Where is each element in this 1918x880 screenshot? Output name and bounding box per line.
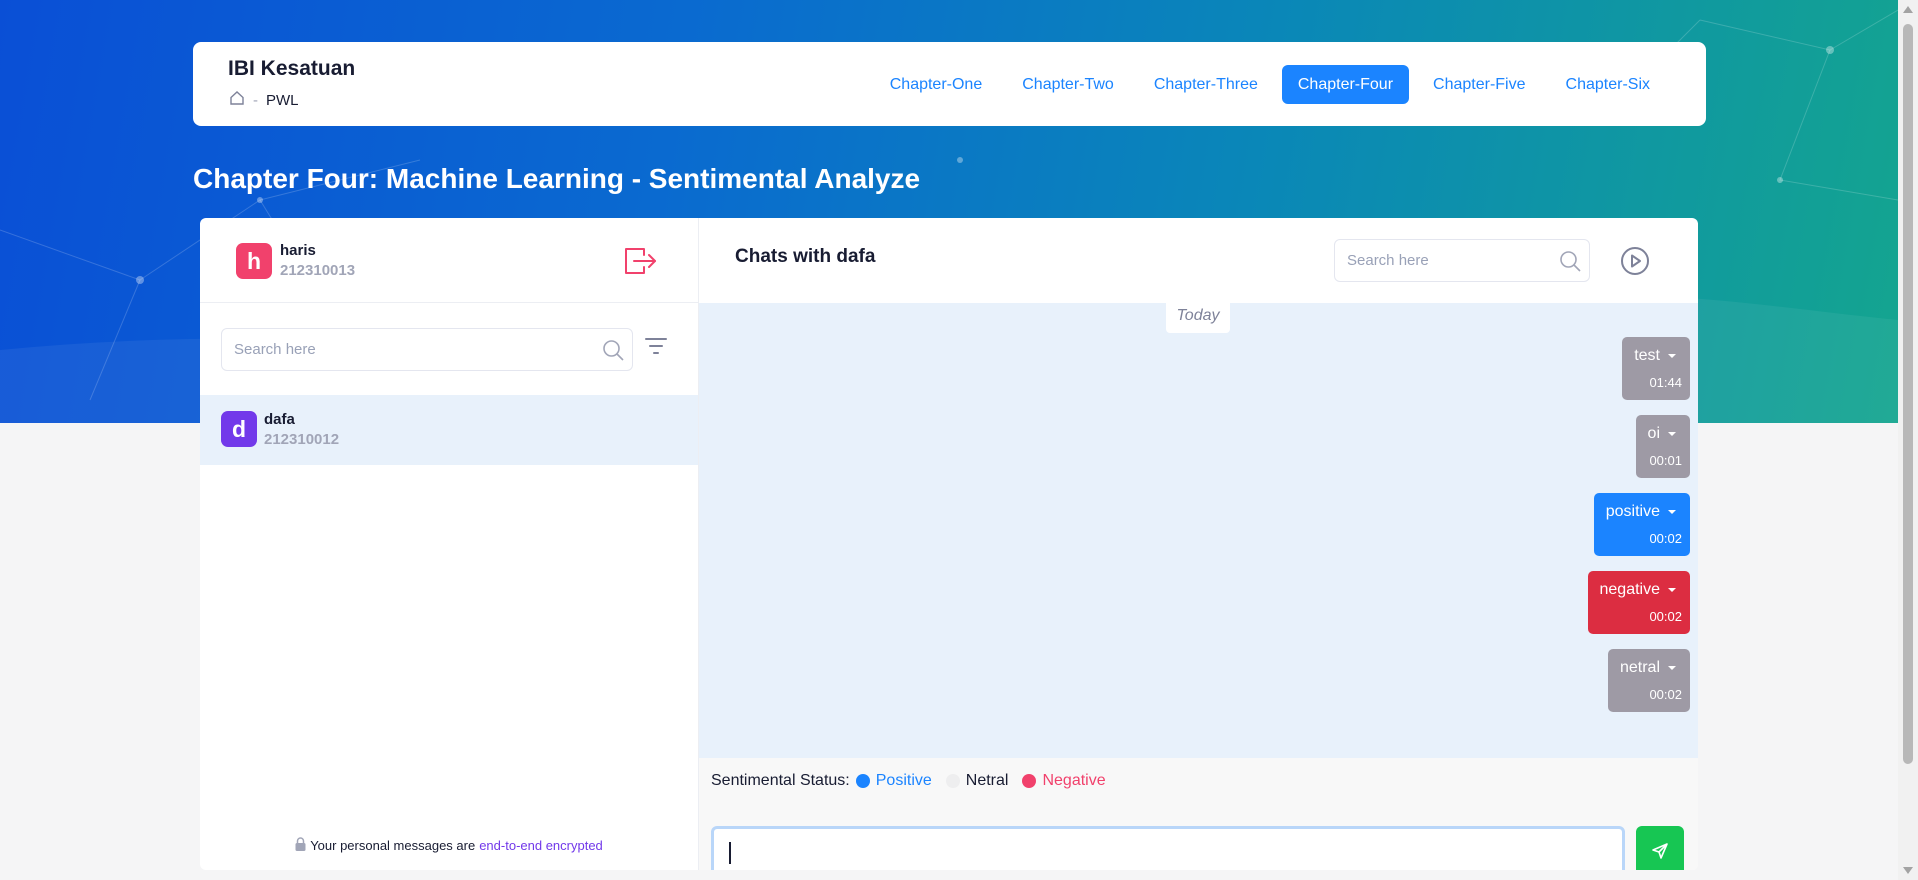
contact-item-dafa[interactable]: d dafa 212310012 xyxy=(200,395,698,465)
scroll-up-icon[interactable] xyxy=(1903,6,1913,13)
message-bubble[interactable]: netral 00:02 xyxy=(1607,649,1690,712)
brand-title: IBI Kesatuan xyxy=(228,57,356,80)
netral-dot xyxy=(945,774,960,788)
legend-netral: Netral xyxy=(965,772,1009,789)
scrollbar-thumb[interactable] xyxy=(1903,24,1913,764)
legend-positive: Positive xyxy=(875,772,932,789)
filter-icon[interactable] xyxy=(644,337,668,360)
breadcrumb: - PWL xyxy=(229,90,299,110)
scroll-down-icon[interactable] xyxy=(1903,867,1913,874)
message-list: Today test 01:44 oi 00:01 positive 00:02… xyxy=(699,303,1698,758)
message-text: oi xyxy=(1647,425,1660,442)
message-bubble[interactable]: test 01:44 xyxy=(1622,337,1690,400)
sidebar: h haris 212310013 Search here d dafa 212… xyxy=(200,218,699,870)
user-nim: 212310013 xyxy=(280,262,356,279)
breadcrumb-separator: - xyxy=(253,91,258,109)
caret-down-icon[interactable] xyxy=(1668,588,1676,592)
send-button[interactable] xyxy=(1636,826,1684,870)
caret-down-icon[interactable] xyxy=(1668,666,1676,670)
caret-down-icon[interactable] xyxy=(1668,510,1676,514)
contact-nim: 212310012 xyxy=(264,431,340,448)
chat-header: Chats with dafa xyxy=(699,218,1698,303)
message-time: 00:01 xyxy=(1649,453,1682,468)
message-input-box xyxy=(711,826,1625,870)
search-icon[interactable] xyxy=(602,339,624,366)
message-bubble[interactable]: negative 00:02 xyxy=(1587,571,1690,634)
chat-search-box xyxy=(1334,239,1590,282)
send-icon xyxy=(1651,842,1669,865)
current-user: h haris 212310013 xyxy=(200,218,698,303)
message-time: 00:02 xyxy=(1649,687,1682,702)
nav-chapter-two[interactable]: Chapter-Two xyxy=(1006,65,1130,104)
page-scrollbar[interactable] xyxy=(1898,0,1918,880)
nav-chapter-one[interactable]: Chapter-One xyxy=(874,65,999,104)
caret-down-icon[interactable] xyxy=(1668,432,1676,436)
lock-icon xyxy=(295,837,306,854)
text-cursor xyxy=(729,842,731,864)
chat-panel: Chats with dafa Today test 01:4 xyxy=(699,218,1698,870)
day-separator: Today xyxy=(1166,303,1230,333)
sentiment-status-label: Sentimental Status: xyxy=(711,772,850,789)
chat-search-input[interactable] xyxy=(1335,240,1589,281)
chat-title: Chats with dafa xyxy=(735,246,876,267)
legend-negative: Negative xyxy=(1042,772,1106,789)
avatar: d xyxy=(221,411,257,447)
contact-name: dafa xyxy=(264,411,295,428)
logout-icon[interactable] xyxy=(624,246,658,281)
nav-chapter-four[interactable]: Chapter-Four xyxy=(1281,65,1410,104)
message-bubble[interactable]: oi 00:01 xyxy=(1635,415,1690,478)
message-bubble[interactable]: positive 00:02 xyxy=(1593,493,1690,556)
contact-search-box xyxy=(221,328,633,371)
page-title: Chapter Four: Machine Learning - Sentime… xyxy=(193,163,921,194)
sentiment-legend: Sentimental Status: Positive Netral Nega… xyxy=(711,772,1106,790)
caret-down-icon[interactable] xyxy=(1668,354,1676,358)
message-input[interactable] xyxy=(714,829,1622,870)
nav-chapter-six[interactable]: Chapter-Six xyxy=(1550,65,1666,104)
negative-dot xyxy=(1022,774,1037,788)
message-time: 00:02 xyxy=(1649,531,1682,546)
positive-dot xyxy=(855,774,870,788)
home-icon[interactable] xyxy=(229,90,245,110)
composer: Sentimental Status: Positive Netral Nega… xyxy=(699,758,1698,870)
breadcrumb-current: PWL xyxy=(266,91,299,109)
chat-app: h haris 212310013 Search here d dafa 212… xyxy=(200,218,1698,870)
search-icon[interactable] xyxy=(1559,250,1581,277)
chapter-nav: Chapter-One Chapter-Two Chapter-Three Ch… xyxy=(874,65,1666,104)
message-time: 01:44 xyxy=(1649,375,1682,390)
encryption-text: Your personal messages are xyxy=(310,838,476,853)
play-circle-icon[interactable] xyxy=(1620,246,1650,281)
nav-chapter-five[interactable]: Chapter-Five xyxy=(1417,65,1541,104)
user-name: haris xyxy=(280,242,316,259)
encryption-notice: Your personal messages are end-to-end en… xyxy=(200,837,698,854)
message-time: 00:02 xyxy=(1649,609,1682,624)
avatar: h xyxy=(236,243,272,279)
contact-search-input[interactable] xyxy=(222,329,632,370)
encryption-link[interactable]: end-to-end encrypted xyxy=(479,838,603,853)
top-nav-card: IBI Kesatuan - PWL Chapter-One Chapter-T… xyxy=(193,42,1706,126)
nav-chapter-three[interactable]: Chapter-Three xyxy=(1138,65,1274,104)
